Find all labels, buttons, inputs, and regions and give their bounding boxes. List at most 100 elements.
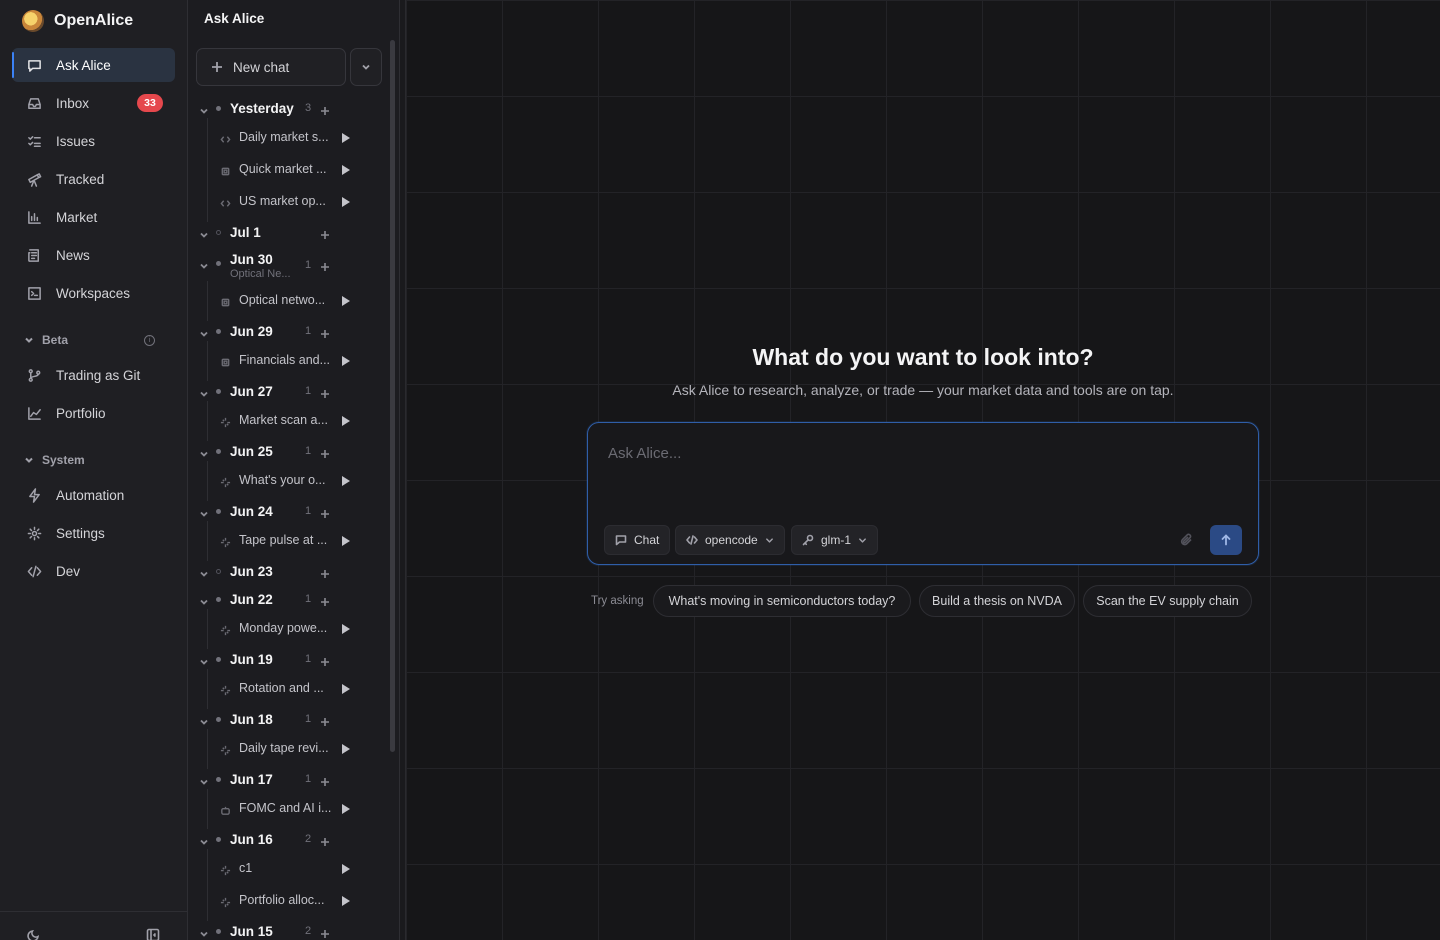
play-icon[interactable] (342, 896, 350, 906)
group-count: 3 (305, 102, 312, 114)
chevron-down-icon[interactable] (199, 227, 209, 238)
chat-group[interactable]: Jun 24 1 (188, 498, 388, 524)
sidebar-item-automation[interactable]: Automation (12, 478, 175, 512)
chat-item[interactable]: c1 (188, 849, 388, 889)
moon-icon[interactable] (27, 928, 41, 940)
chat-group[interactable]: Jun 23 (188, 558, 388, 584)
play-icon[interactable] (342, 296, 350, 306)
chevron-down-icon[interactable] (199, 594, 209, 605)
chat-group[interactable]: Jun 18 1 (188, 706, 388, 732)
brand[interactable]: OpenAlice (22, 8, 133, 34)
chevron-down-icon[interactable] (199, 654, 209, 665)
sidebar-item-settings[interactable]: Settings (12, 516, 175, 550)
mode-select[interactable]: Chat (604, 525, 671, 555)
ask-input[interactable] (608, 445, 1168, 462)
chat-item[interactable]: Monday powe... (188, 609, 388, 649)
chat-group[interactable]: Jun 30 Optical Ne... 1 (188, 247, 388, 280)
chevron-down-icon[interactable] (199, 926, 209, 937)
suggestion-chip[interactable]: What's moving in semiconductors today? (653, 585, 911, 617)
play-icon[interactable] (342, 624, 350, 634)
play-icon[interactable] (342, 165, 350, 175)
plus-icon[interactable] (320, 774, 330, 786)
chat-item[interactable]: Quick market ... (188, 150, 388, 190)
plus-icon[interactable] (320, 386, 330, 398)
chat-group[interactable]: Jun 17 1 (188, 766, 388, 792)
plus-icon[interactable] (320, 103, 330, 115)
plus-icon[interactable] (320, 506, 330, 518)
chat-item[interactable]: Financials and... (188, 341, 388, 381)
chat-item[interactable]: FOMC and AI i... (188, 789, 388, 829)
chat-item[interactable]: What's your o... (188, 461, 388, 501)
sidebar-item-trading-as-git[interactable]: Trading as Git (12, 358, 175, 392)
play-icon[interactable] (342, 536, 350, 546)
chevron-down-icon[interactable] (199, 386, 209, 397)
sidebar-item-portfolio[interactable]: Portfolio (12, 396, 175, 430)
play-icon[interactable] (342, 476, 350, 486)
chevron-down-icon[interactable] (199, 506, 209, 517)
play-icon[interactable] (342, 864, 350, 874)
sidebar-item-workspaces[interactable]: Workspaces (12, 276, 175, 310)
agent-select[interactable]: opencode (675, 525, 785, 555)
chat-item[interactable]: Optical netwo... (188, 281, 388, 321)
chat-group[interactable]: Jun 15 2 (188, 918, 388, 940)
chat-group[interactable]: Jun 22 1 (188, 586, 388, 612)
play-icon[interactable] (342, 804, 350, 814)
play-icon[interactable] (342, 416, 350, 426)
info-icon[interactable]: i (144, 335, 155, 346)
chevron-down-icon[interactable] (199, 566, 209, 577)
section-beta[interactable]: Beta (24, 331, 164, 349)
play-icon[interactable] (342, 133, 350, 143)
collapse-sidebar-icon[interactable] (146, 928, 160, 940)
sidebar-item-ask-alice[interactable]: Ask Alice (12, 48, 175, 82)
chevron-down-icon[interactable] (199, 834, 209, 845)
sidebar-item-dev[interactable]: Dev (12, 554, 175, 588)
section-system[interactable]: System (24, 451, 164, 469)
chat-group[interactable]: Jul 1 (188, 219, 388, 245)
plus-icon[interactable] (320, 446, 330, 458)
chevron-down-icon[interactable] (199, 714, 209, 725)
plus-icon[interactable] (320, 227, 330, 239)
plus-icon[interactable] (320, 834, 330, 846)
play-icon[interactable] (342, 684, 350, 694)
plus-icon[interactable] (320, 654, 330, 666)
chat-item[interactable]: Rotation and ... (188, 669, 388, 709)
sidebar-item-market[interactable]: Market (12, 200, 175, 234)
sidebar-item-tracked[interactable]: Tracked (12, 162, 175, 196)
chat-item[interactable]: Daily market s... (188, 118, 388, 158)
plus-icon[interactable] (320, 926, 330, 938)
plus-icon[interactable] (320, 594, 330, 606)
chevron-down-icon[interactable] (199, 103, 209, 114)
paperclip-icon[interactable] (1180, 533, 1194, 547)
model-select[interactable]: glm-1 (791, 525, 879, 555)
sidebar-item-inbox[interactable]: Inbox 33 (12, 86, 175, 120)
chat-group[interactable]: Yesterday 3 (188, 95, 388, 121)
plus-icon[interactable] (320, 566, 330, 578)
plus-icon[interactable] (320, 714, 330, 726)
chat-item[interactable]: Market scan a... (188, 401, 388, 441)
chat-group[interactable]: Jun 29 1 (188, 318, 388, 344)
plus-icon[interactable] (320, 259, 330, 271)
play-icon[interactable] (342, 744, 350, 754)
suggestion-chip[interactable]: Scan the EV supply chain (1083, 585, 1252, 617)
plus-icon[interactable] (320, 326, 330, 338)
chat-item[interactable]: Tape pulse at ... (188, 521, 388, 561)
chat-group[interactable]: Jun 19 1 (188, 646, 388, 672)
play-icon[interactable] (342, 197, 350, 207)
chevron-down-icon[interactable] (199, 258, 209, 269)
page-title: What do you want to look into? (752, 344, 1094, 370)
chat-list-scrollbar[interactable] (390, 40, 395, 752)
suggestion-chip[interactable]: Build a thesis on NVDA (919, 585, 1075, 617)
chat-item[interactable]: Portfolio alloc... (188, 881, 388, 921)
send-button[interactable] (1210, 525, 1242, 555)
chat-item[interactable]: US market op... (188, 182, 388, 222)
chat-group[interactable]: Jun 27 1 (188, 378, 388, 404)
chevron-down-icon[interactable] (199, 446, 209, 457)
play-icon[interactable] (342, 356, 350, 366)
chat-group[interactable]: Jun 16 2 (188, 826, 388, 852)
chat-item[interactable]: Daily tape revi... (188, 729, 388, 769)
chat-group[interactable]: Jun 25 1 (188, 438, 388, 464)
chevron-down-icon[interactable] (199, 774, 209, 785)
sidebar-item-news[interactable]: News (12, 238, 175, 272)
sidebar-item-issues[interactable]: Issues (12, 124, 175, 158)
chevron-down-icon[interactable] (199, 326, 209, 337)
